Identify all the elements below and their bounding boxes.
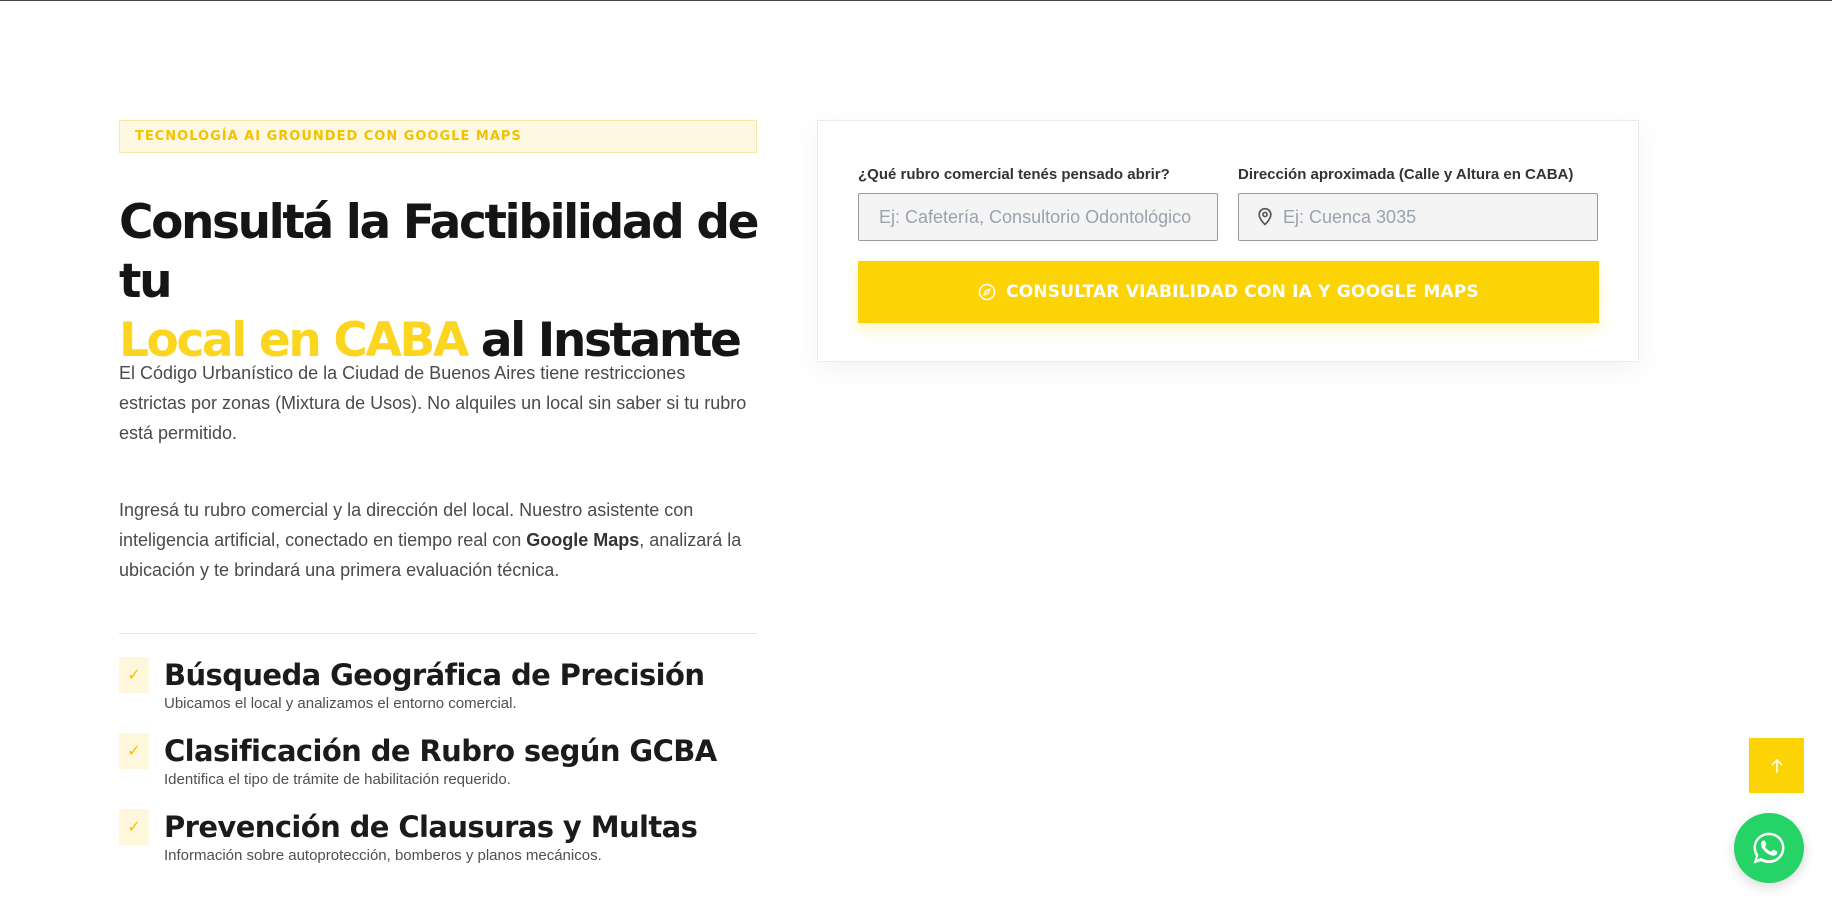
feature-description: Información sobre autoprotección, bomber… (164, 847, 602, 864)
direccion-label: Dirección aproximada (Calle y Altura en … (1238, 166, 1574, 183)
feature-title: Prevención de Clausuras y Multas (164, 810, 698, 844)
feature-title: Búsqueda Geográfica de Precisión (164, 658, 705, 692)
check-icon: ✓ (119, 809, 149, 845)
description-paragraph: Ingresá tu rubro comercial y la direcció… (119, 495, 757, 585)
rubro-input[interactable] (858, 193, 1218, 241)
tech-badge: TECNOLOGÍA AI GROUNDED CON GOOGLE MAPS (119, 120, 757, 153)
feasibility-form: ¿Qué rubro comercial tenés pensado abrir… (817, 120, 1639, 362)
compass-icon (978, 283, 996, 301)
check-icon: ✓ (119, 733, 149, 769)
whatsapp-button[interactable] (1734, 813, 1804, 883)
scroll-to-top-button[interactable] (1749, 738, 1804, 793)
feature-description: Identifica el tipo de trámite de habilit… (164, 771, 511, 788)
consult-button[interactable]: CONSULTAR VIABILIDAD CON IA Y GOOGLE MAP… (858, 261, 1599, 323)
consult-button-label: CONSULTAR VIABILIDAD CON IA Y GOOGLE MAP… (1006, 282, 1479, 302)
direccion-input[interactable] (1238, 193, 1598, 241)
whatsapp-icon (1753, 832, 1785, 864)
top-border (0, 0, 1832, 1)
google-maps-emphasis: Google Maps (526, 530, 640, 550)
headline-part1: Consultá la Factibilidad de tu (119, 195, 759, 309)
divider (119, 633, 757, 634)
rubro-label: ¿Qué rubro comercial tenés pensado abrir… (858, 166, 1170, 183)
map-pin-icon (1258, 207, 1272, 226)
feature-description: Ubicamos el local y analizamos el entorn… (164, 695, 517, 712)
feature-title: Clasificación de Rubro según GCBA (164, 734, 717, 768)
arrow-up-icon (1771, 758, 1782, 773)
check-icon: ✓ (119, 657, 149, 693)
page-title: Consultá la Factibilidad de tu Local en … (119, 193, 799, 370)
hero-section: TECNOLOGÍA AI GROUNDED CON GOOGLE MAPS C… (119, 120, 759, 864)
intro-paragraph: El Código Urbanístico de la Ciudad de Bu… (119, 363, 747, 443)
